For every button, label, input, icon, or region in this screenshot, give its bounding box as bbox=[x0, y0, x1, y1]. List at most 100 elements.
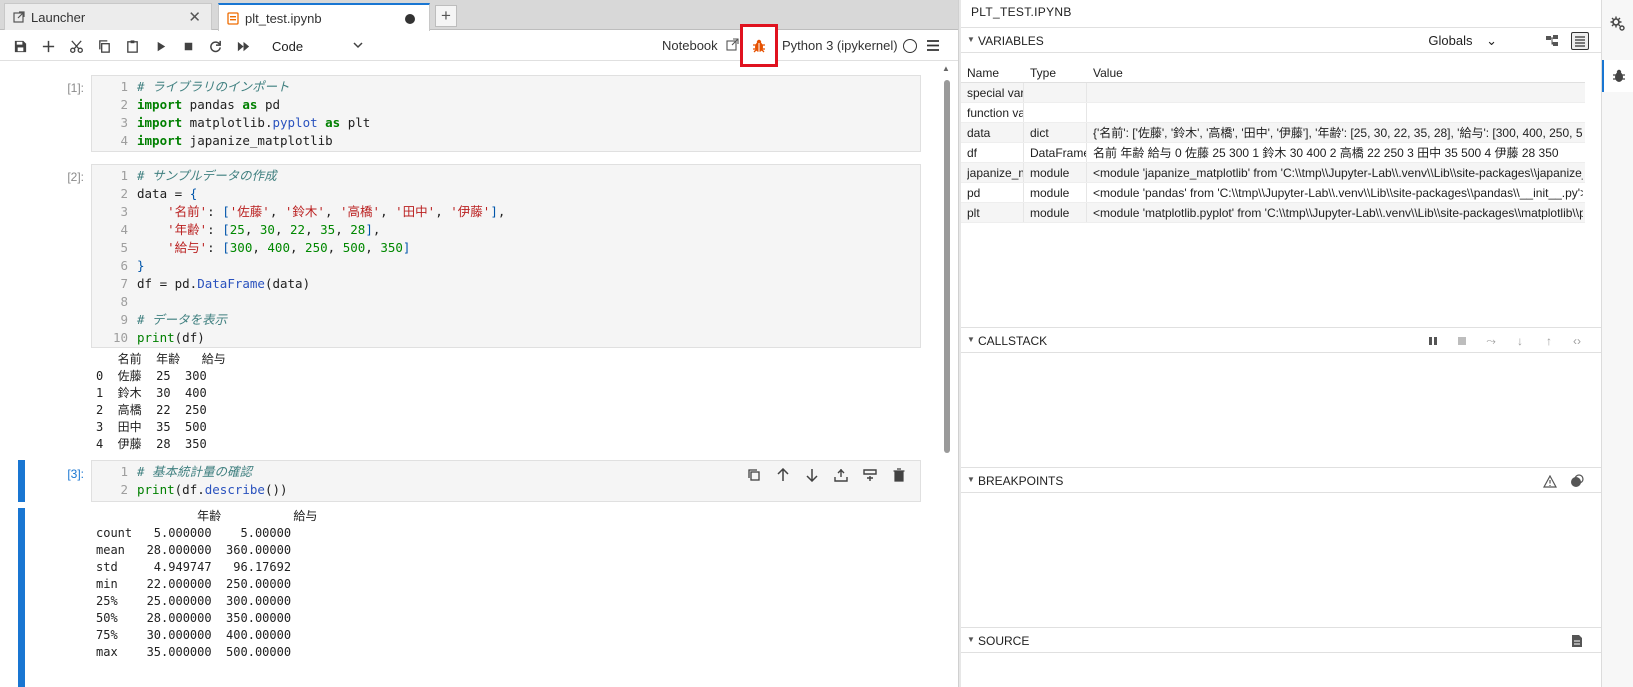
line-number: 1 bbox=[120, 79, 128, 94]
table-row[interactable]: pd module <module 'pandas' from 'C:\\tmp\\… bbox=[961, 183, 1585, 203]
move-down-icon[interactable] bbox=[802, 465, 821, 484]
unsaved-dot-icon[interactable] bbox=[405, 14, 415, 24]
scope-select[interactable]: Globals ⌄ bbox=[1428, 33, 1497, 49]
active-output-indicator[interactable] bbox=[18, 508, 25, 687]
section-title: BREAKPOINTS bbox=[978, 474, 1064, 488]
line-number: 3 bbox=[120, 115, 128, 130]
run-icon[interactable] bbox=[152, 38, 168, 54]
tab-launcher[interactable]: Launcher ✕ bbox=[4, 3, 212, 30]
var-value: <module 'matplotlib.pyplot' from 'C:\\tm… bbox=[1093, 206, 1583, 220]
variables-table: Name Type Value special variables functi… bbox=[961, 63, 1585, 223]
delete-icon[interactable] bbox=[889, 465, 908, 484]
code-line: } bbox=[137, 258, 145, 273]
table-row[interactable]: plt module <module 'matplotlib.pyplot' fro… bbox=[961, 203, 1585, 223]
notebook-toolbar: Code Notebook Python 3 (ipykernel) bbox=[0, 31, 958, 61]
tab-plt-test[interactable]: plt_test.ipynb bbox=[218, 3, 430, 31]
code-line: # ライブラリのインポート bbox=[137, 79, 290, 94]
code-cell[interactable]: 1 # ライブラリのインポート 2 import pandas as pd 3 imp… bbox=[91, 75, 921, 152]
var-name: japanize_matplotlib bbox=[967, 166, 1023, 180]
debugger-toggle-button[interactable] bbox=[740, 24, 778, 67]
fast-forward-icon[interactable] bbox=[235, 38, 251, 54]
step-out-icon[interactable]: ↑ bbox=[1542, 334, 1556, 348]
bug-icon bbox=[751, 38, 767, 54]
debugger-title: PLT_TEST.IPYNB bbox=[971, 5, 1072, 19]
code-line: # 基本統計量の確認 bbox=[137, 464, 253, 479]
cell-output: 年齢 給与 count 5.000000 5.00000 mean 28.000… bbox=[96, 509, 318, 659]
var-name: pd bbox=[967, 186, 981, 200]
restart-icon[interactable] bbox=[207, 38, 223, 54]
table-row[interactable]: function variables bbox=[961, 103, 1585, 123]
cut-icon[interactable] bbox=[68, 38, 84, 54]
var-value: {'名前': ['佐藤', '鈴木', '高橋', '田中', '伊藤'], '… bbox=[1093, 126, 1583, 140]
table-header: Name Type Value bbox=[961, 63, 1585, 83]
line-number: 7 bbox=[120, 276, 128, 291]
tree-view-icon[interactable] bbox=[1543, 32, 1561, 50]
code-line: df = pd.DataFrame(data) bbox=[137, 276, 311, 291]
notebook-label[interactable]: Notebook bbox=[662, 38, 718, 53]
var-name: function variables bbox=[967, 106, 1023, 120]
section-title: SOURCE bbox=[978, 634, 1030, 648]
breakpoints-header[interactable]: ▼ BREAKPOINTS bbox=[961, 467, 1601, 493]
section-title: CALLSTACK bbox=[978, 334, 1048, 348]
cell-actions bbox=[744, 465, 908, 484]
settings-panel-button[interactable] bbox=[1602, 8, 1633, 40]
gears-icon bbox=[1609, 15, 1627, 33]
scroll-up-icon[interactable]: ▲ bbox=[942, 64, 950, 73]
column-header[interactable]: Type bbox=[1030, 63, 1086, 82]
scrollbar-thumb[interactable] bbox=[944, 80, 950, 453]
callstack-header[interactable]: ▼ CALLSTACK ⤳ ↓ ↑ ‹› bbox=[961, 327, 1601, 353]
var-name: plt bbox=[967, 206, 980, 220]
duplicate-icon[interactable] bbox=[744, 465, 763, 484]
source-header[interactable]: ▼ SOURCE bbox=[961, 627, 1601, 653]
tab-label: Launcher bbox=[31, 9, 86, 25]
warning-icon[interactable] bbox=[1543, 474, 1557, 488]
open-source-icon[interactable] bbox=[1570, 634, 1584, 648]
table-row[interactable]: df DataFrame 名前 年齢 給与 0 佐藤 25 300 1 鈴木 30… bbox=[961, 143, 1585, 163]
insert-below-icon[interactable] bbox=[860, 465, 879, 484]
section-title: VARIABLES bbox=[978, 34, 1044, 48]
evaluate-icon[interactable]: ‹› bbox=[1570, 334, 1584, 348]
var-type: module bbox=[1030, 186, 1070, 200]
column-header[interactable]: Value bbox=[1093, 63, 1583, 82]
debugger-panel-button[interactable] bbox=[1602, 60, 1633, 92]
add-cell-icon[interactable] bbox=[40, 38, 56, 54]
copy-icon[interactable] bbox=[96, 38, 112, 54]
stop-icon[interactable] bbox=[1455, 334, 1469, 348]
save-icon[interactable] bbox=[12, 38, 28, 54]
table-view-icon[interactable] bbox=[1571, 32, 1589, 50]
step-over-icon[interactable]: ⤳ bbox=[1484, 334, 1498, 348]
menu-icon[interactable] bbox=[926, 39, 940, 55]
code-line: import matplotlib.pyplot as plt bbox=[137, 115, 371, 130]
bug-icon bbox=[1611, 68, 1627, 84]
paste-icon[interactable] bbox=[124, 38, 140, 54]
open-external-icon[interactable] bbox=[726, 38, 739, 54]
table-row[interactable]: special variables bbox=[961, 83, 1585, 103]
move-up-icon[interactable] bbox=[773, 465, 792, 484]
variables-header[interactable]: ▼ VARIABLES Globals ⌄ bbox=[961, 27, 1601, 53]
close-icon[interactable]: ✕ bbox=[188, 8, 201, 26]
table-row[interactable]: japanize_matplotlib module <module 'japani… bbox=[961, 163, 1585, 183]
add-tab-button[interactable]: + bbox=[435, 5, 457, 27]
remove-breakpoints-icon[interactable] bbox=[1570, 474, 1584, 488]
debugger-panel: PLT_TEST.IPYNB ▼ VARIABLES Globals ⌄ Nam… bbox=[961, 0, 1601, 687]
var-name: data bbox=[967, 126, 991, 140]
pause-icon[interactable] bbox=[1426, 334, 1440, 348]
kernel-status-icon bbox=[903, 39, 917, 53]
column-header[interactable]: Name bbox=[967, 63, 1023, 82]
notebook-content: [1]: 1 # ライブラリのインポート 2 import pandas as pd… bbox=[0, 62, 958, 687]
table-row[interactable]: data dict {'名前': ['佐藤', '鈴木', '高橋', '田中', … bbox=[961, 123, 1585, 143]
cell-output: 名前 年齢 給与 0 佐藤 25 300 1 鈴木 30 400 2 高橋 22… bbox=[96, 352, 226, 451]
cell-type-select[interactable]: Code bbox=[272, 37, 364, 57]
chevron-down-icon bbox=[352, 37, 364, 57]
caret-down-icon: ▼ bbox=[967, 35, 975, 44]
code-line: '年齢': [25, 30, 22, 35, 28], bbox=[167, 222, 381, 237]
var-value: <module 'pandas' from 'C:\\tmp\\Jupyter-… bbox=[1093, 186, 1583, 200]
stop-icon[interactable] bbox=[180, 38, 196, 54]
code-cell[interactable]: 1 # 基本統計量の確認 2 print(df.describe()) bbox=[91, 460, 921, 502]
code-line: '名前': ['佐藤', '鈴木', '高橋', '田中', '伊藤'], bbox=[167, 204, 506, 219]
code-cell[interactable]: 1 # サンプルデータの作成 2 data = { 3 '名前': ['佐藤', '… bbox=[91, 164, 921, 348]
insert-above-icon[interactable] bbox=[831, 465, 850, 484]
kernel-name[interactable]: Python 3 (ipykernel) bbox=[782, 38, 898, 53]
var-type: module bbox=[1030, 206, 1070, 220]
step-into-icon[interactable]: ↓ bbox=[1513, 334, 1527, 348]
